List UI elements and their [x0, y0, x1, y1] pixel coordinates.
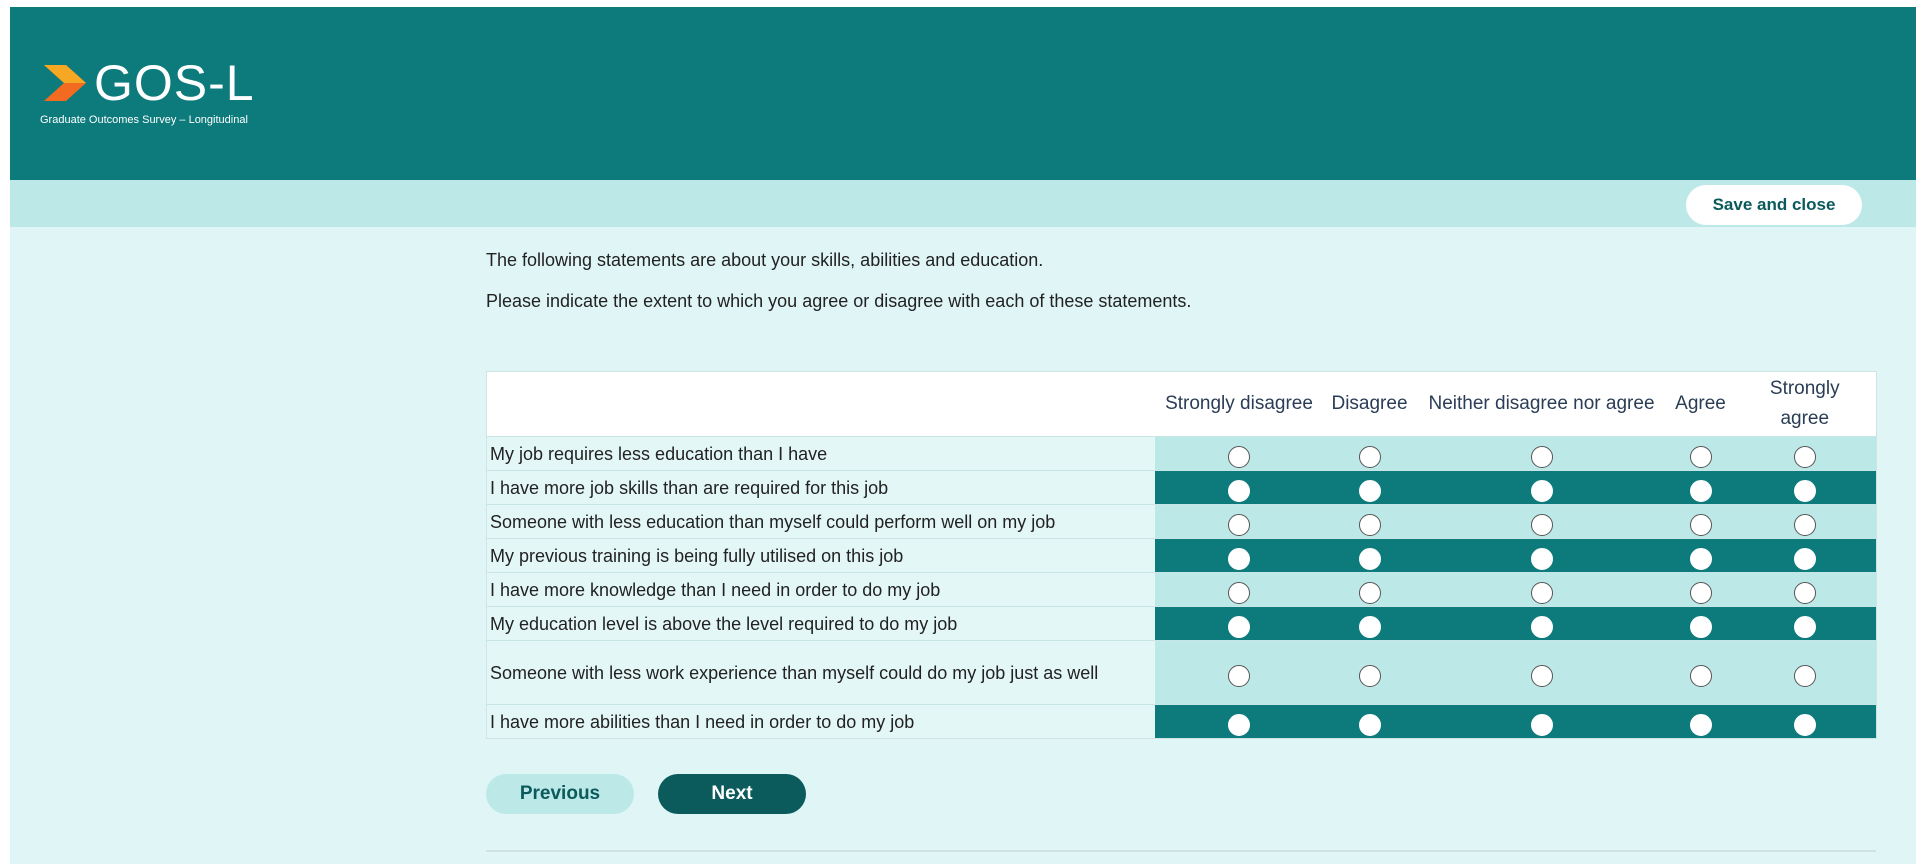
radio-strongly-disagree[interactable]	[1228, 479, 1250, 502]
radio-agree[interactable]	[1689, 581, 1712, 604]
statement-label: I have more knowledge than I need in ord…	[486, 572, 1155, 607]
table-row: Someone with less education than myself …	[486, 504, 1877, 539]
radio-neither[interactable]	[1530, 581, 1553, 604]
grid-header-blank	[486, 371, 1155, 437]
divider	[486, 850, 1876, 852]
radio-disagree[interactable]	[1358, 615, 1381, 638]
radio-neither[interactable]	[1530, 445, 1553, 468]
radio-disagree[interactable]	[1358, 445, 1381, 468]
radio-strongly-agree[interactable]	[1793, 547, 1816, 570]
radio-agree[interactable]	[1689, 664, 1712, 687]
logo-subtitle: Graduate Outcomes Survey – Longitudinal	[40, 114, 248, 126]
intro-text: The following statements are about your …	[486, 250, 1044, 270]
radio-agree[interactable]	[1689, 615, 1712, 638]
statement-label: I have more job skills than are required…	[486, 470, 1155, 505]
radio-neither[interactable]	[1530, 713, 1553, 736]
radio-agree[interactable]	[1689, 479, 1712, 502]
radio-neither[interactable]	[1530, 479, 1553, 502]
radio-neither[interactable]	[1530, 547, 1553, 570]
radio-disagree[interactable]	[1358, 547, 1381, 570]
logo-arrow-icon	[44, 65, 86, 101]
radio-agree[interactable]	[1689, 547, 1712, 570]
table-row: I have more abilities than I need in ord…	[486, 704, 1877, 739]
radio-agree[interactable]	[1689, 445, 1712, 468]
statement-label: My previous training is being fully util…	[486, 538, 1155, 573]
table-row: My education level is above the level re…	[486, 606, 1877, 641]
radio-disagree[interactable]	[1358, 713, 1381, 736]
radio-agree[interactable]	[1689, 713, 1712, 736]
table-row: I have more job skills than are required…	[486, 470, 1877, 505]
table-row: My job requires less education than I ha…	[486, 436, 1877, 471]
radio-disagree[interactable]	[1358, 581, 1381, 604]
statement-label: Someone with less education than myself …	[486, 504, 1155, 539]
radio-disagree[interactable]	[1358, 664, 1381, 687]
radio-neither[interactable]	[1530, 615, 1553, 638]
radio-strongly-disagree[interactable]	[1228, 513, 1250, 536]
next-button[interactable]: Next	[658, 774, 806, 814]
statement-label: My education level is above the level re…	[486, 606, 1155, 641]
table-row: My previous training is being fully util…	[486, 538, 1877, 573]
header-strongly-disagree: Strongly disagree	[1154, 371, 1324, 437]
radio-strongly-disagree[interactable]	[1228, 581, 1250, 604]
radio-strongly-agree[interactable]	[1793, 479, 1816, 502]
logo: GOS-L Graduate Outcomes Survey – Longitu…	[40, 52, 270, 142]
header-neither: Neither disagree nor agree	[1415, 371, 1668, 437]
radio-strongly-agree[interactable]	[1793, 581, 1816, 604]
radio-strongly-disagree[interactable]	[1228, 445, 1250, 468]
logo-text: GOS-L	[94, 55, 255, 111]
statement-label: I have more abilities than I need in ord…	[486, 704, 1155, 739]
likert-grid: Strongly disagree Disagree Neither disag…	[486, 371, 1877, 739]
radio-strongly-disagree[interactable]	[1228, 547, 1250, 570]
header-agree: Agree	[1667, 371, 1734, 437]
radio-disagree[interactable]	[1358, 513, 1381, 536]
radio-neither[interactable]	[1530, 513, 1553, 536]
header-disagree: Disagree	[1323, 371, 1416, 437]
header-strongly-agree: Strongly agree	[1733, 371, 1877, 437]
previous-button[interactable]: Previous	[486, 774, 634, 814]
header-bar: GOS-L Graduate Outcomes Survey – Longitu…	[10, 7, 1916, 180]
radio-strongly-disagree[interactable]	[1228, 615, 1250, 638]
instruction-text: Please indicate the extent to which you …	[486, 291, 1192, 311]
radio-strongly-agree[interactable]	[1793, 664, 1816, 687]
radio-strongly-disagree[interactable]	[1228, 713, 1250, 736]
radio-agree[interactable]	[1689, 513, 1712, 536]
statement-label: Someone with less work experience than m…	[486, 640, 1155, 705]
radio-strongly-agree[interactable]	[1793, 445, 1816, 468]
radio-strongly-agree[interactable]	[1793, 513, 1816, 536]
radio-neither[interactable]	[1530, 664, 1553, 687]
radio-strongly-agree[interactable]	[1793, 713, 1816, 736]
grid-header-row: Strongly disagree Disagree Neither disag…	[486, 371, 1877, 437]
table-row: Someone with less work experience than m…	[486, 640, 1877, 705]
radio-strongly-disagree[interactable]	[1228, 664, 1250, 687]
table-row: I have more knowledge than I need in ord…	[486, 572, 1877, 607]
toolbar: Save and close	[10, 180, 1916, 227]
radio-strongly-agree[interactable]	[1793, 615, 1816, 638]
save-and-close-button[interactable]: Save and close	[1686, 185, 1862, 225]
radio-disagree[interactable]	[1358, 479, 1381, 502]
statement-label: My job requires less education than I ha…	[486, 436, 1155, 471]
